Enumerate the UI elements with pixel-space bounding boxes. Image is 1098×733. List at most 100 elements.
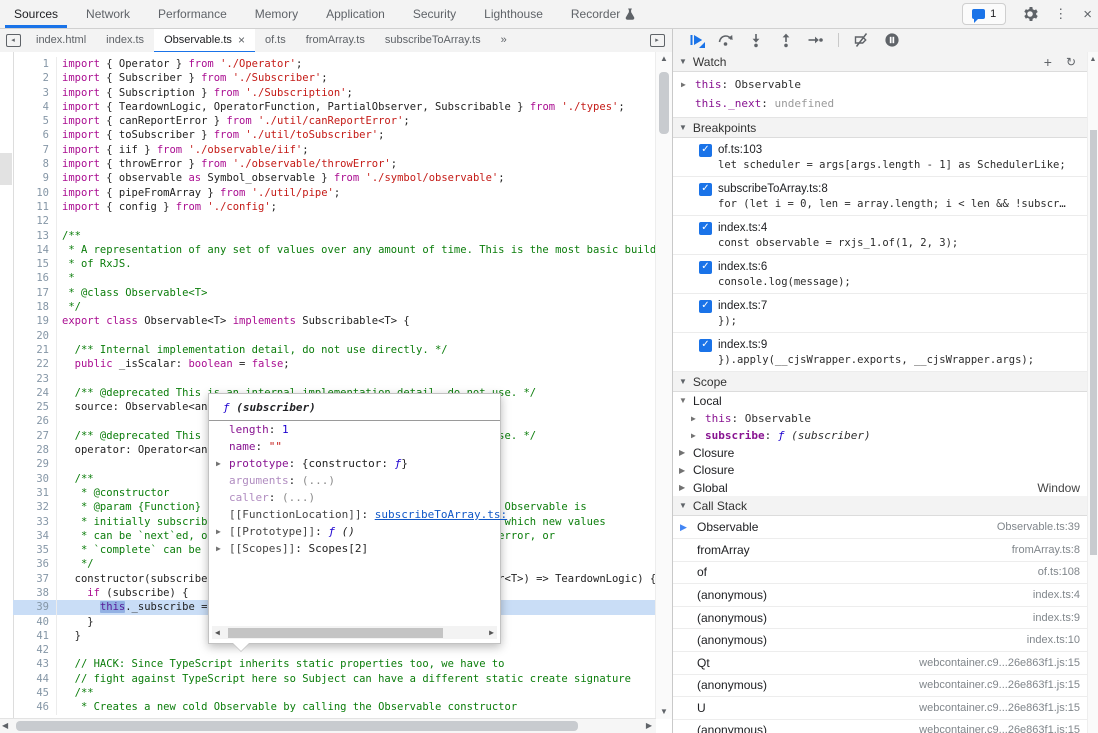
line-number[interactable]: 44 (13, 672, 57, 686)
scope-variable[interactable]: ▶subscribe: ƒ (subscriber) (673, 427, 1088, 444)
breakpoint-checkbox[interactable]: ✓ (699, 261, 712, 274)
line-text[interactable]: // HACK: Since TypeScript inherits stati… (57, 657, 656, 671)
line-number[interactable]: 17 (13, 286, 57, 300)
file-tab-index-ts[interactable]: index.ts (96, 28, 154, 52)
line-text[interactable] (57, 643, 656, 657)
breakpoint-location[interactable]: index.ts:4 (718, 222, 767, 234)
next-file-icon[interactable]: ▸ (644, 28, 670, 52)
more-tabs-chevron[interactable]: » (491, 28, 517, 52)
line-text[interactable]: import { canReportError } from './util/c… (57, 114, 656, 128)
line-text[interactable] (57, 372, 656, 386)
line-text[interactable]: import { Subscription } from './Subscrip… (57, 86, 656, 100)
expand-triangle-icon[interactable]: ▶ (681, 80, 686, 89)
line-text[interactable]: import { config } from './config'; (57, 200, 656, 214)
line-number[interactable]: 14 (13, 243, 57, 257)
breakpoint-checkbox[interactable]: ✓ (699, 144, 712, 157)
breakpoint-location[interactable]: of.ts:103 (718, 144, 762, 156)
line-number[interactable]: 32 (13, 500, 57, 514)
tab-memory[interactable]: Memory (241, 0, 312, 28)
line-text[interactable]: import { Operator } from './Operator'; (57, 57, 656, 71)
line-number[interactable]: 1 (13, 57, 57, 71)
file-tab-subscribetoarray-ts[interactable]: subscribeToArray.ts (375, 28, 491, 52)
line-number[interactable]: 46 (13, 700, 57, 714)
line-text[interactable]: * A representation of any set of values … (57, 243, 656, 257)
scroll-up-icon[interactable]: ▲ (1088, 55, 1098, 65)
breakpoint-code-snippet[interactable]: }).apply(__cjsWrapper.exports, __cjsWrap… (718, 353, 1088, 368)
breakpoint-code-snippet[interactable]: }); (718, 314, 1088, 329)
breakpoint-code-snippet[interactable]: console.log(message); (718, 275, 1088, 290)
line-text[interactable] (57, 329, 656, 343)
line-text[interactable]: * (57, 271, 656, 285)
callstack-frame[interactable]: Uwebcontainer.c9...26e863f1.js:15 (673, 697, 1088, 720)
callstack-frame-active[interactable]: ▶ObservableObservable.ts:39 (673, 516, 1088, 539)
close-tab-icon[interactable]: × (238, 33, 245, 47)
line-number[interactable]: 21 (13, 343, 57, 357)
line-number[interactable]: 34 (13, 529, 57, 543)
line-number[interactable]: 38 (13, 586, 57, 600)
scope-group-global[interactable]: ▶GlobalWindow (673, 479, 1088, 496)
breakpoint-code-snippet[interactable]: let scheduler = args[args.length - 1] as… (718, 158, 1088, 173)
line-number[interactable]: 42 (13, 643, 57, 657)
expand-triangle-icon[interactable]: ▶ (679, 466, 685, 475)
watch-section-header[interactable]: ▼ Watch + ↻ (673, 52, 1088, 72)
callstack-frame[interactable]: (anonymous)index.ts:4 (673, 584, 1088, 607)
line-number[interactable]: 8 (13, 157, 57, 171)
callstack-frame[interactable]: (anonymous)webcontainer.c9...26e863f1.js… (673, 720, 1088, 733)
scroll-left-icon[interactable]: ◀ (2, 721, 8, 730)
close-devtools-icon[interactable]: × (1083, 6, 1092, 23)
line-number[interactable]: 6 (13, 128, 57, 142)
callstack-frame[interactable]: (anonymous)webcontainer.c9...26e863f1.js… (673, 675, 1088, 698)
tab-lighthouse[interactable]: Lighthouse (470, 0, 557, 28)
settings-gear-icon[interactable] (1022, 6, 1038, 22)
breakpoint-item[interactable]: ✓index.ts:6console.log(message); (673, 255, 1088, 294)
tab-recorder[interactable]: Recorder (557, 0, 649, 28)
add-watch-icon[interactable]: + (1044, 55, 1052, 69)
callstack-frame[interactable]: Qtwebcontainer.c9...26e863f1.js:15 (673, 652, 1088, 675)
line-number[interactable]: 24 (13, 386, 57, 400)
scope-group-closure[interactable]: ▶Closure (673, 462, 1088, 479)
line-text[interactable]: import { observable as Symbol_observable… (57, 171, 656, 185)
line-number[interactable]: 30 (13, 472, 57, 486)
scope-variable[interactable]: ▶this: Observable (673, 409, 1088, 426)
property-value[interactable]: subscribeToArray.ts: (375, 508, 507, 521)
expand-triangle-icon[interactable]: ▶ (679, 483, 685, 492)
expand-triangle-icon[interactable]: ▶ (691, 431, 696, 440)
callstack-frame[interactable]: ofof.ts:108 (673, 562, 1088, 585)
line-text[interactable]: /** (57, 229, 656, 243)
line-number[interactable]: 28 (13, 443, 57, 457)
line-number[interactable]: 11 (13, 200, 57, 214)
expand-triangle-icon[interactable]: ▼ (679, 396, 687, 405)
line-number[interactable]: 40 (13, 615, 57, 629)
toggle-navigator-icon[interactable]: ◂ (0, 28, 26, 52)
line-number[interactable]: 33 (13, 515, 57, 529)
scroll-right-icon[interactable]: ▶ (646, 721, 652, 730)
breakpoint-checkbox[interactable]: ✓ (699, 222, 712, 235)
step-button[interactable] (803, 30, 828, 50)
line-number[interactable]: 20 (13, 329, 57, 343)
file-tab-index-html[interactable]: index.html (26, 28, 96, 52)
editor-vscroll-thumb[interactable] (659, 72, 669, 134)
file-tab-observable-ts[interactable]: Observable.ts× (154, 28, 255, 52)
line-text[interactable]: * of RxJS. (57, 257, 656, 271)
line-number[interactable]: 2 (13, 71, 57, 85)
popup-scroll-thumb[interactable] (228, 628, 443, 638)
sidebar-scroll-thumb[interactable] (1090, 130, 1097, 555)
scope-section-header[interactable]: ▼ Scope (673, 372, 1088, 392)
file-tab-fromarray-ts[interactable]: fromArray.ts (296, 28, 375, 52)
console-status-badge[interactable]: 1 (962, 3, 1006, 25)
expand-triangle-icon[interactable]: ▶ (679, 448, 685, 457)
line-number[interactable]: 22 (13, 357, 57, 371)
expand-triangle-icon[interactable]: ▶ (216, 544, 221, 553)
resume-button[interactable] (683, 30, 708, 50)
line-number[interactable]: 36 (13, 557, 57, 571)
expand-triangle-icon[interactable]: ▶ (216, 527, 221, 536)
line-number[interactable]: 16 (13, 271, 57, 285)
breakpoint-checkbox[interactable]: ✓ (699, 339, 712, 352)
line-number[interactable]: 25 (13, 400, 57, 414)
tab-sources[interactable]: Sources (0, 0, 72, 28)
breakpoint-code-snippet[interactable]: for (let i = 0, len = array.length; i < … (718, 197, 1088, 212)
line-text[interactable]: // fight against TypeScript here so Subj… (57, 672, 656, 686)
scroll-up-icon[interactable]: ▲ (656, 54, 672, 64)
line-text[interactable]: import { iif } from './observable/iif'; (57, 143, 656, 157)
line-text[interactable]: import { TeardownLogic, OperatorFunction… (57, 100, 656, 114)
